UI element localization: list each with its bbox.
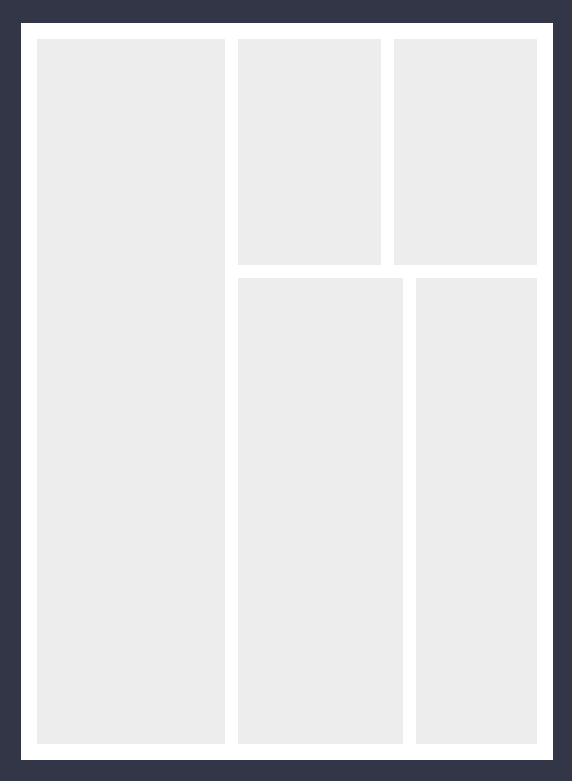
- layout-canvas: [21, 23, 553, 760]
- bottom-middle-panel[interactable]: [238, 278, 403, 744]
- left-column-panel[interactable]: [37, 39, 225, 744]
- top-right-panel[interactable]: [394, 39, 537, 265]
- top-middle-panel[interactable]: [238, 39, 381, 265]
- bottom-right-panel[interactable]: [416, 278, 537, 744]
